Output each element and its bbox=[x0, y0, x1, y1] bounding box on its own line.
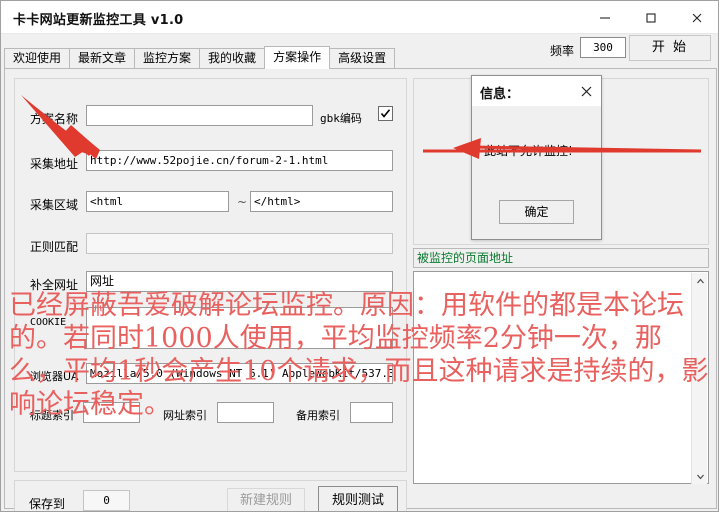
cookie-label: COOKIE bbox=[30, 317, 67, 328]
regex-match-select[interactable] bbox=[86, 233, 393, 254]
regex-match-label: 正则匹配 bbox=[30, 240, 79, 254]
tab-advanced-settings[interactable]: 高级设置 bbox=[329, 48, 396, 69]
spare-index-input[interactable] bbox=[350, 402, 393, 423]
dialog-message: 此站不允许监控! bbox=[484, 144, 573, 158]
list-scrollbar[interactable] bbox=[691, 273, 707, 484]
tab-latest-articles[interactable]: 最新文章 bbox=[69, 48, 136, 69]
tab-my-favorites[interactable]: 我的收藏 bbox=[199, 48, 266, 69]
cookie-input[interactable] bbox=[86, 307, 393, 349]
complete-url-input[interactable]: 网址 bbox=[86, 271, 393, 292]
collect-url-input[interactable]: http://www.52pojie.cn/forum-2-1.html bbox=[86, 150, 393, 171]
url-index-label: 网址索引 bbox=[163, 409, 207, 422]
test-rule-button[interactable]: 规则测试 bbox=[318, 486, 398, 511]
close-icon[interactable] bbox=[674, 1, 718, 34]
collect-url-label: 采集地址 bbox=[30, 157, 79, 171]
maximize-icon[interactable] bbox=[628, 1, 674, 34]
app-window: 卡卡网站更新监控工具 v1.0 频率 300 开 始 欢迎使用 最新文章 监控方… bbox=[0, 0, 719, 512]
close-icon[interactable] bbox=[575, 80, 597, 102]
action-bar: 保存到 0 新建规则 规则测试 bbox=[14, 480, 407, 511]
gbk-encoding-label: gbk编码 bbox=[320, 112, 362, 125]
plan-name-label: 方案名称 bbox=[30, 112, 79, 126]
title-index-label: 标题索引 bbox=[30, 409, 74, 422]
content-panel: 方案名称 gbk编码 采集地址 http://www.52pojie.cn/fo… bbox=[4, 68, 717, 511]
save-to-label: 保存到 bbox=[29, 497, 66, 511]
url-index-input[interactable] bbox=[217, 402, 274, 423]
window-title: 卡卡网站更新监控工具 v1.0 bbox=[13, 13, 184, 28]
save-to-input[interactable]: 0 bbox=[83, 490, 130, 511]
message-dialog: 信息： 此站不允许监控! 确定 bbox=[471, 75, 602, 240]
new-rule-button[interactable]: 新建规则 bbox=[227, 488, 305, 511]
tab-bar: 欢迎使用 最新文章 监控方案 我的收藏 方案操作 高级设置 bbox=[4, 46, 717, 69]
tab-monitor-plan[interactable]: 监控方案 bbox=[134, 48, 201, 69]
region-separator: ~ bbox=[237, 195, 248, 209]
complete-url-label: 补全网址 bbox=[30, 278, 79, 292]
plan-form-group: 方案名称 gbk编码 采集地址 http://www.52pojie.cn/fo… bbox=[14, 78, 407, 472]
dialog-title-bar: 信息： bbox=[472, 76, 601, 106]
tab-plan-operations[interactable]: 方案操作 bbox=[264, 46, 331, 69]
minimize-icon[interactable] bbox=[582, 1, 628, 34]
dialog-title: 信息： bbox=[480, 87, 520, 102]
monitored-pages-header: 被监控的页面地址 bbox=[413, 248, 709, 268]
title-bar: 卡卡网站更新监控工具 v1.0 bbox=[1, 1, 718, 34]
collect-region-label: 采集区域 bbox=[30, 198, 79, 212]
dialog-ok-button[interactable]: 确定 bbox=[499, 200, 574, 224]
tab-welcome[interactable]: 欢迎使用 bbox=[4, 48, 71, 69]
browser-ua-label: 浏览器UA bbox=[30, 370, 79, 383]
plan-name-input[interactable] bbox=[86, 105, 313, 126]
gbk-encoding-checkbox[interactable] bbox=[378, 106, 393, 121]
collect-region-start-input[interactable]: <html bbox=[86, 191, 229, 212]
spare-index-label: 备用索引 bbox=[296, 409, 340, 422]
title-index-input[interactable] bbox=[83, 402, 140, 423]
browser-ua-input[interactable]: Mozilla/5.0 (Windows NT 6.1) AppleWebKit… bbox=[86, 363, 393, 384]
chevron-down-icon[interactable] bbox=[692, 468, 708, 484]
chevron-up-icon[interactable] bbox=[692, 273, 708, 289]
window-controls bbox=[582, 1, 718, 34]
monitored-pages-list[interactable] bbox=[413, 271, 709, 484]
collect-region-end-input[interactable]: </html> bbox=[250, 191, 393, 212]
